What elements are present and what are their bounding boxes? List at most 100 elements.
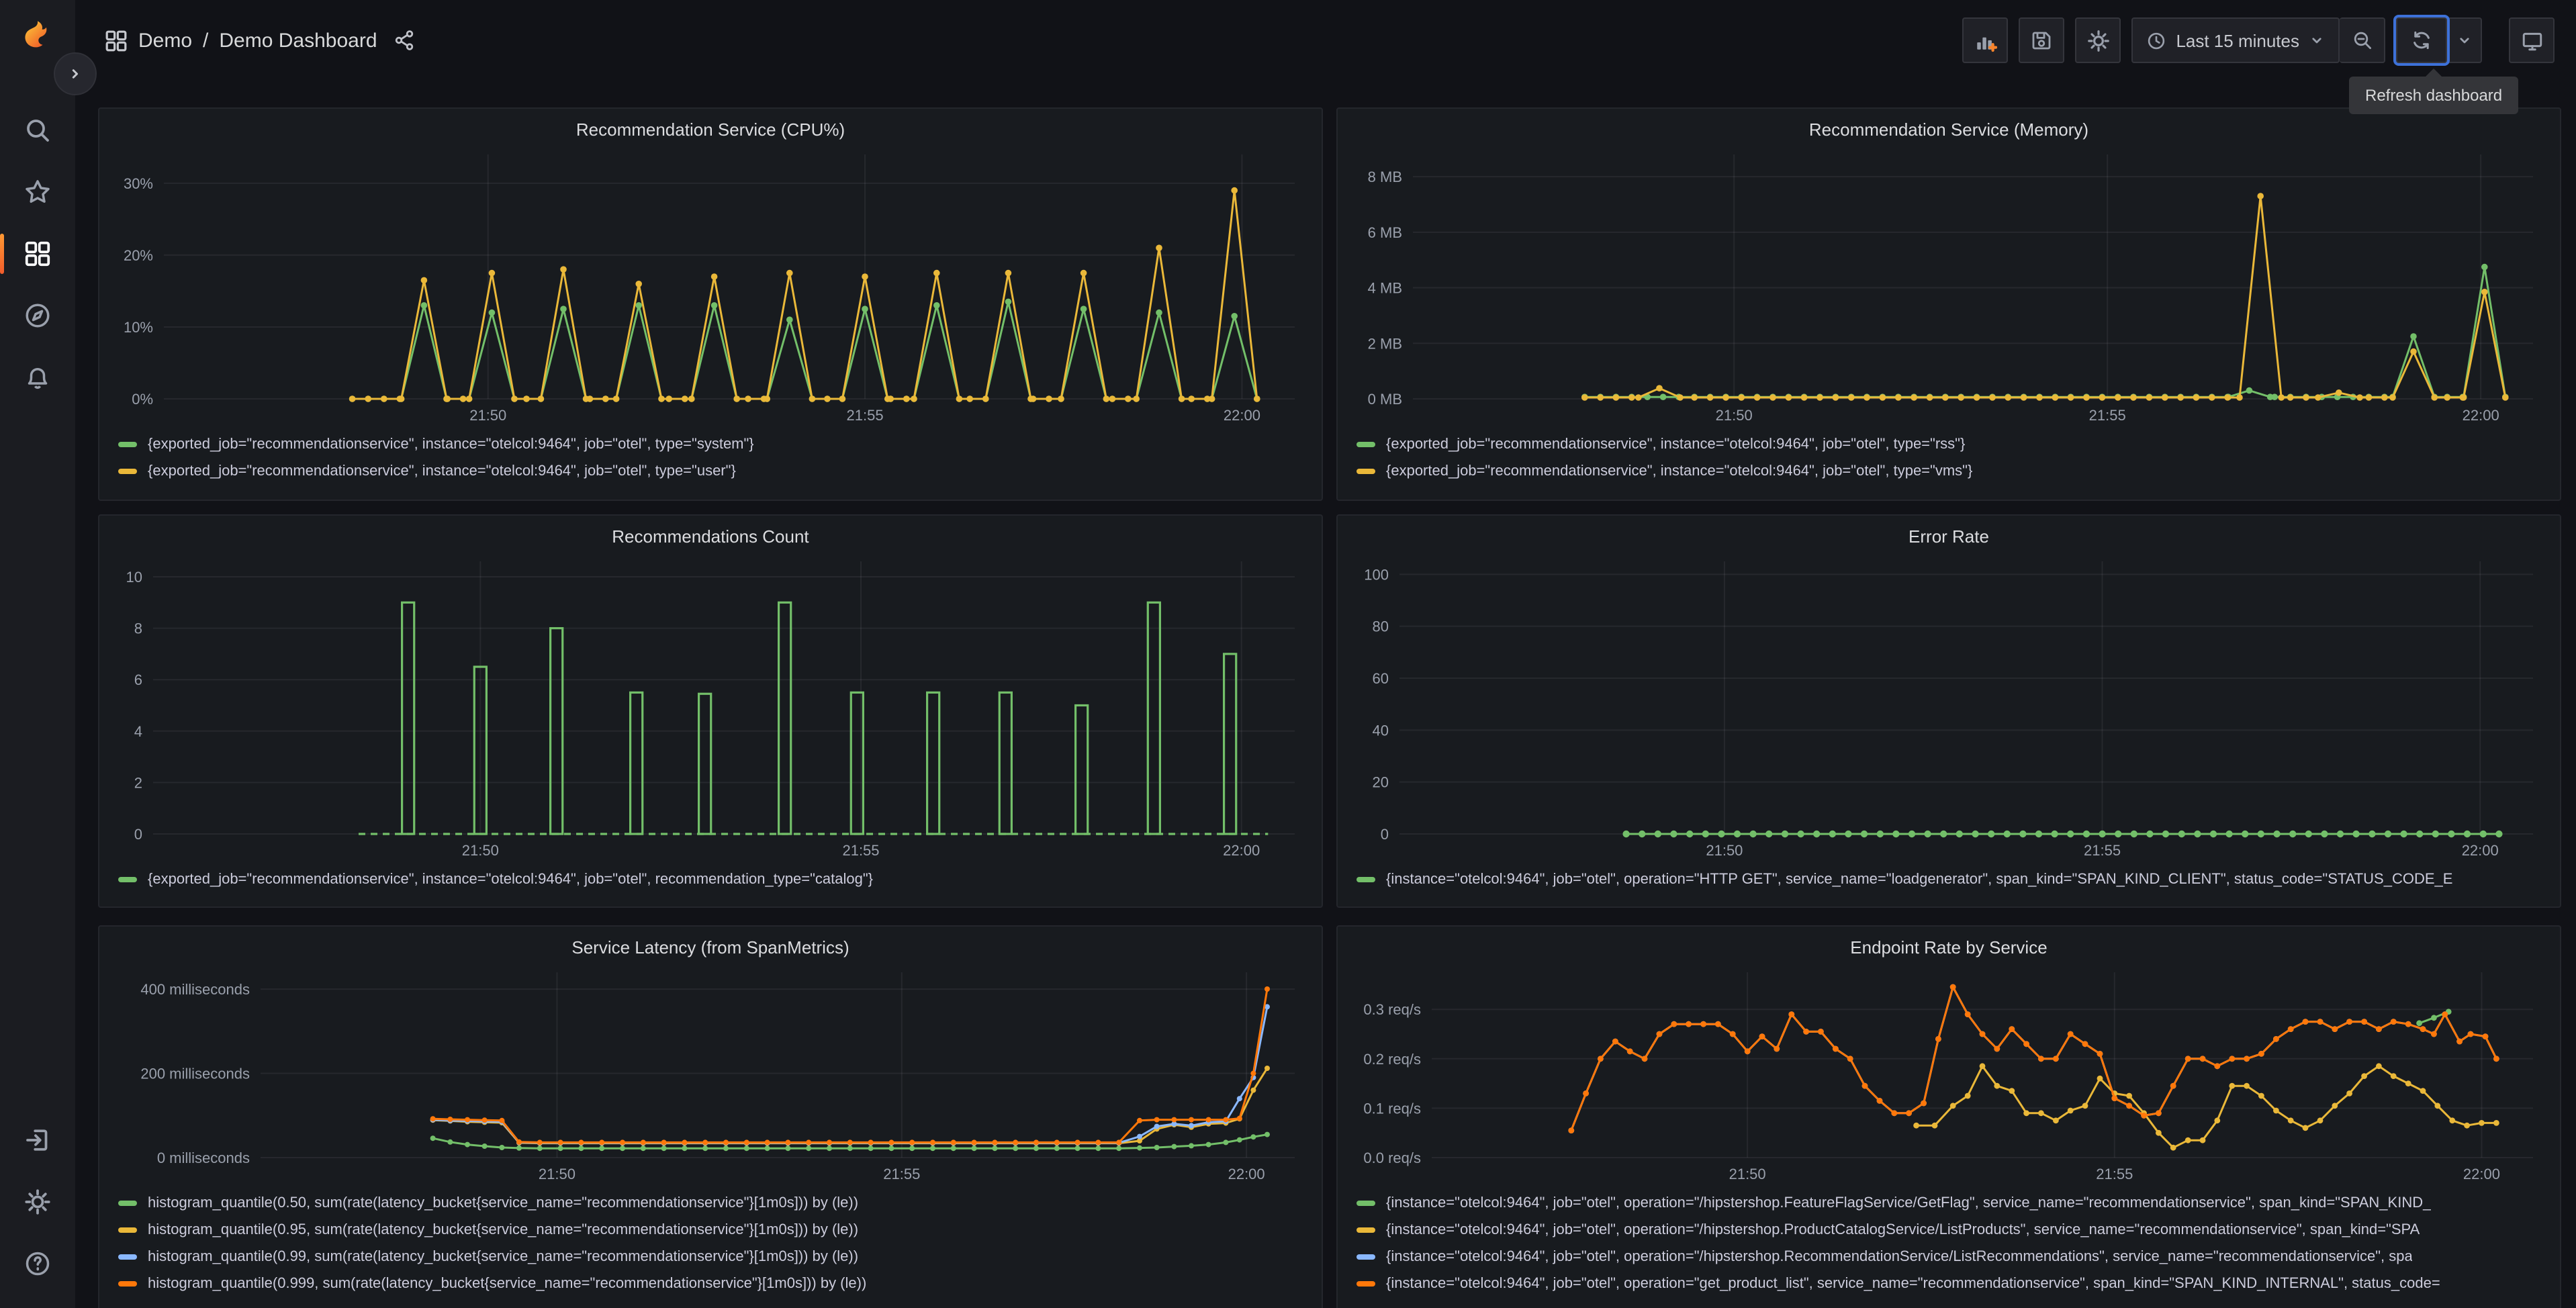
legend-series-swatch <box>1356 1227 1375 1233</box>
sidebar-item-starred[interactable] <box>0 161 75 223</box>
panel-memory: Recommendation Service (Memory) 0 MB 2 MB 4… <box>1336 107 2561 501</box>
chart-cpu[interactable]: 0% 10% 20% 30% 21:50 21:55 22:00 <box>110 144 1311 428</box>
y-tick-label: 6 <box>134 671 142 688</box>
dashboards-icon <box>25 241 50 267</box>
legend-series-label: {exported_job="recommendationservice", i… <box>148 463 736 479</box>
legend-item[interactable]: histogram_quantile(0.50, sum(rate(latenc… <box>110 1190 1311 1217</box>
panel-endpoint-rate: Endpoint Rate by Service 0.0 req/s 0.1 req… <box>1336 925 2561 1308</box>
x-tick-label: 22:00 <box>2462 842 2499 859</box>
panel-title-cpu[interactable]: Recommendation Service (CPU%) <box>110 117 1311 144</box>
panel-title-endpoint-rate[interactable]: Endpoint Rate by Service <box>1348 935 2549 962</box>
y-tick-label: 0% <box>132 391 153 408</box>
legend-item[interactable]: {exported_job="recommendationservice", i… <box>1348 458 2549 485</box>
x-tick-label: 22:00 <box>2463 1166 2500 1182</box>
legend-series-swatch <box>1356 1281 1375 1287</box>
legend-series-label: {instance="otelcol:9464", job="otel", op… <box>1386 1276 2440 1292</box>
legend-item[interactable]: {exported_job="recommendationservice", i… <box>110 431 1311 458</box>
x-tick-label: 22:00 <box>2463 407 2499 424</box>
x-tick-label: 21:55 <box>842 842 879 859</box>
legend-series-swatch <box>118 1201 137 1206</box>
legend-item[interactable]: histogram_quantile(0.95, sum(rate(latenc… <box>110 1217 1311 1244</box>
legend-series-swatch <box>118 469 137 474</box>
y-tick-label: 10% <box>124 319 153 336</box>
settings-gear-icon <box>25 1189 50 1215</box>
chart-recommendations-count[interactable]: 0 2 4 6 8 10 21:50 21:55 22:00 <box>110 551 1311 863</box>
legend-cpu: {exported_job="recommendationservice", i… <box>110 431 1311 485</box>
y-tick-label: 100 <box>1364 566 1389 583</box>
x-tick-label: 21:55 <box>883 1166 920 1182</box>
chart-service-latency[interactable]: 0 milliseconds 200 milliseconds 400 millis… <box>110 962 1311 1187</box>
panel-title-service-latency[interactable]: Service Latency (from SpanMetrics) <box>110 935 1311 962</box>
legend-series-swatch <box>1356 877 1375 882</box>
chart-error-rate[interactable]: 0 20 40 60 80 100 21:50 21:55 22:00 <box>1348 551 2549 863</box>
x-tick-label: 22:00 <box>1228 1166 1265 1182</box>
panel-error-rate: Error Rate 0 20 40 60 80 100 21:50 21:55 22:00 {in… <box>1336 514 2561 908</box>
y-tick-label: 4 <box>134 723 142 740</box>
x-tick-label: 21:50 <box>1706 842 1743 859</box>
legend-endpoint-rate: {instance="otelcol:9464", job="otel", op… <box>1348 1190 2549 1297</box>
x-tick-label: 22:00 <box>1223 842 1260 859</box>
sidebar-item-configuration[interactable] <box>0 1171 75 1233</box>
y-tick-label: 80 <box>1373 618 1389 635</box>
legend-item[interactable]: {exported_job="recommendationservice", i… <box>110 866 1311 893</box>
panel-service-latency: Service Latency (from SpanMetrics) 0 mill… <box>98 925 1323 1308</box>
panel-title-memory[interactable]: Recommendation Service (Memory) <box>1348 117 2549 144</box>
sidebar-item-help[interactable] <box>0 1233 75 1295</box>
legend-error-rate: {instance="otelcol:9464", job="otel", op… <box>1348 866 2549 893</box>
legend-series-label: {instance="otelcol:9464", job="otel", op… <box>1386 1222 2420 1238</box>
legend-series-label: histogram_quantile(0.999, sum(rate(laten… <box>148 1276 867 1292</box>
legend-item[interactable]: histogram_quantile(0.999, sum(rate(laten… <box>110 1270 1311 1297</box>
x-tick-label: 21:50 <box>539 1166 576 1182</box>
y-tick-label: 2 MB <box>1368 335 1402 352</box>
sidebar-expand-button[interactable] <box>54 52 97 95</box>
sidebar-item-dashboards[interactable] <box>0 223 75 285</box>
legend-item[interactable]: {exported_job="recommendationservice", i… <box>110 458 1311 485</box>
y-tick-label: 20 <box>1373 774 1389 791</box>
dashboard-grid: Recommendation Service (CPU%) 0% 10% 20% 30%… <box>0 0 2576 1308</box>
x-tick-label: 21:55 <box>2096 1166 2133 1182</box>
legend-item[interactable]: histogram_quantile(0.99, sum(rate(latenc… <box>110 1244 1311 1270</box>
x-tick-label: 21:55 <box>2084 842 2121 859</box>
y-tick-label: 400 milliseconds <box>140 981 250 998</box>
sign-in-icon <box>26 1129 48 1151</box>
legend-service-latency: histogram_quantile(0.50, sum(rate(latenc… <box>110 1190 1311 1297</box>
y-tick-label: 0.1 req/s <box>1363 1100 1421 1117</box>
legend-item[interactable]: {instance="otelcol:9464", job="otel", op… <box>1348 866 2549 893</box>
sidebar-item-sign-in[interactable] <box>0 1109 75 1171</box>
y-tick-label: 20% <box>124 247 153 264</box>
chart-endpoint-rate[interactable]: 0.0 req/s 0.1 req/s 0.2 req/s 0.3 req/s 21:5… <box>1348 962 2549 1187</box>
legend-series-swatch <box>118 1254 137 1260</box>
legend-item[interactable]: {instance="otelcol:9464", job="otel", op… <box>1348 1270 2549 1297</box>
legend-series-swatch <box>118 877 137 882</box>
y-tick-label: 4 MB <box>1368 280 1402 297</box>
legend-series-label: histogram_quantile(0.50, sum(rate(latenc… <box>148 1195 859 1211</box>
y-tick-label: 0.0 req/s <box>1363 1150 1421 1166</box>
legend-series-swatch <box>118 1281 137 1287</box>
legend-series-label: {instance="otelcol:9464", job="otel", op… <box>1386 1249 2413 1265</box>
sidebar-item-explore[interactable] <box>0 285 75 346</box>
y-tick-label: 0 MB <box>1368 391 1402 408</box>
alerting-bell-icon <box>28 368 48 389</box>
panel-title-error-rate[interactable]: Error Rate <box>1348 524 2549 551</box>
x-tick-label: 21:50 <box>1716 407 1753 424</box>
y-tick-label: 0.2 req/s <box>1363 1051 1421 1068</box>
chart-memory[interactable]: 0 MB 2 MB 4 MB 6 MB 8 MB 21:50 21:55 22:00 <box>1348 144 2549 428</box>
legend-series-label: {instance="otelcol:9464", job="otel", op… <box>1386 1195 2432 1211</box>
x-tick-label: 22:00 <box>1224 407 1260 424</box>
legend-item[interactable]: {instance="otelcol:9464", job="otel", op… <box>1348 1217 2549 1244</box>
legend-item[interactable]: {exported_job="recommendationservice", i… <box>1348 431 2549 458</box>
explore-compass-icon <box>26 303 50 328</box>
legend-item[interactable]: {instance="otelcol:9464", job="otel", op… <box>1348 1190 2549 1217</box>
refresh-icon <box>2413 31 2430 50</box>
grafana-app: Demo / Demo Dashboard Last 15 minutes Re… <box>0 0 2576 1308</box>
x-tick-label: 21:50 <box>462 842 499 859</box>
grafana-flame-icon <box>25 21 47 48</box>
legend-series-swatch <box>1356 1254 1375 1260</box>
panel-cpu: Recommendation Service (CPU%) 0% 10% 20% 30%… <box>98 107 1323 501</box>
sidebar-item-search[interactable] <box>0 99 75 161</box>
refresh-dashboard-button[interactable] <box>2396 17 2447 63</box>
panel-title-recommendations-count[interactable]: Recommendations Count <box>110 524 1311 551</box>
sidebar-item-alerting[interactable] <box>0 346 75 408</box>
refresh-tooltip-text: Refresh dashboard <box>2365 86 2503 105</box>
legend-item[interactable]: {instance="otelcol:9464", job="otel", op… <box>1348 1244 2549 1270</box>
